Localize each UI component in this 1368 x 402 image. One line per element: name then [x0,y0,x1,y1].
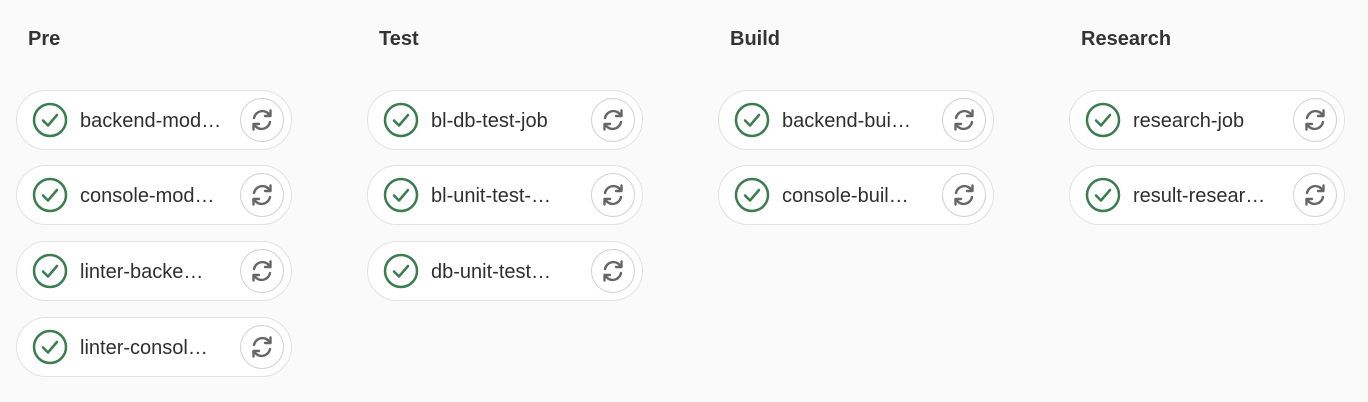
retry-icon [954,184,974,206]
success-check-icon [383,102,419,138]
retry-button[interactable] [591,173,635,217]
job-name: bl-db-test-job [431,110,548,132]
job-card[interactable]: bl-unit-test-… [367,165,643,225]
job-card[interactable]: result-resear… [1069,165,1345,225]
job-card[interactable]: bl-db-test-job [367,90,643,150]
retry-icon [1305,184,1325,206]
success-check-icon [32,253,68,289]
retry-icon [603,184,623,206]
job-card[interactable]: console-modul… [16,165,292,225]
retry-icon [252,260,272,282]
success-check-icon [1085,102,1121,138]
job-card[interactable]: linter-backe… [16,241,292,301]
job-name: db-unit-test… [431,261,552,283]
job-card[interactable]: backend-bui… [718,90,994,150]
success-check-icon [734,177,770,213]
job-name: backend-modu… [80,110,222,132]
stage-title: Test [379,28,419,50]
stage-title: Pre [28,28,61,50]
retry-button[interactable] [240,98,284,142]
success-check-icon [383,177,419,213]
retry-button[interactable] [1293,173,1337,217]
retry-button[interactable] [240,249,284,293]
retry-icon [252,336,272,358]
retry-icon [954,109,974,131]
job-card[interactable]: console-buil… [718,165,994,225]
retry-button[interactable] [1293,98,1337,142]
job-name: console-modul… [80,185,222,207]
job-card[interactable]: db-unit-test… [367,241,643,301]
pipeline-graph: Pre backend-modu… console-modul… linter-… [0,0,1368,402]
job-card[interactable]: backend-modu… [16,90,292,150]
retry-button[interactable] [240,173,284,217]
success-check-icon [734,102,770,138]
job-name: result-resear… [1133,185,1266,207]
retry-button[interactable] [240,325,284,369]
retry-icon [603,109,623,131]
retry-button[interactable] [591,249,635,293]
success-check-icon [1085,177,1121,213]
job-name: backend-bui… [782,110,911,132]
retry-icon [252,184,272,206]
success-check-icon [32,177,68,213]
retry-button[interactable] [942,173,986,217]
retry-button[interactable] [591,98,635,142]
job-name: bl-unit-test-… [431,185,552,207]
job-name: linter-backe… [80,261,204,283]
job-card[interactable]: linter-consol… [16,317,292,377]
stage-title: Build [730,28,780,50]
retry-icon [603,260,623,282]
job-card[interactable]: research-job [1069,90,1345,150]
job-name: console-buil… [782,185,909,207]
job-name: research-job [1133,110,1245,132]
success-check-icon [383,253,419,289]
retry-icon [252,109,272,131]
retry-icon [1305,109,1325,131]
stage-title: Research [1081,28,1172,50]
success-check-icon [32,102,68,138]
job-name: linter-consol… [80,337,208,359]
retry-button[interactable] [942,98,986,142]
success-check-icon [32,329,68,365]
